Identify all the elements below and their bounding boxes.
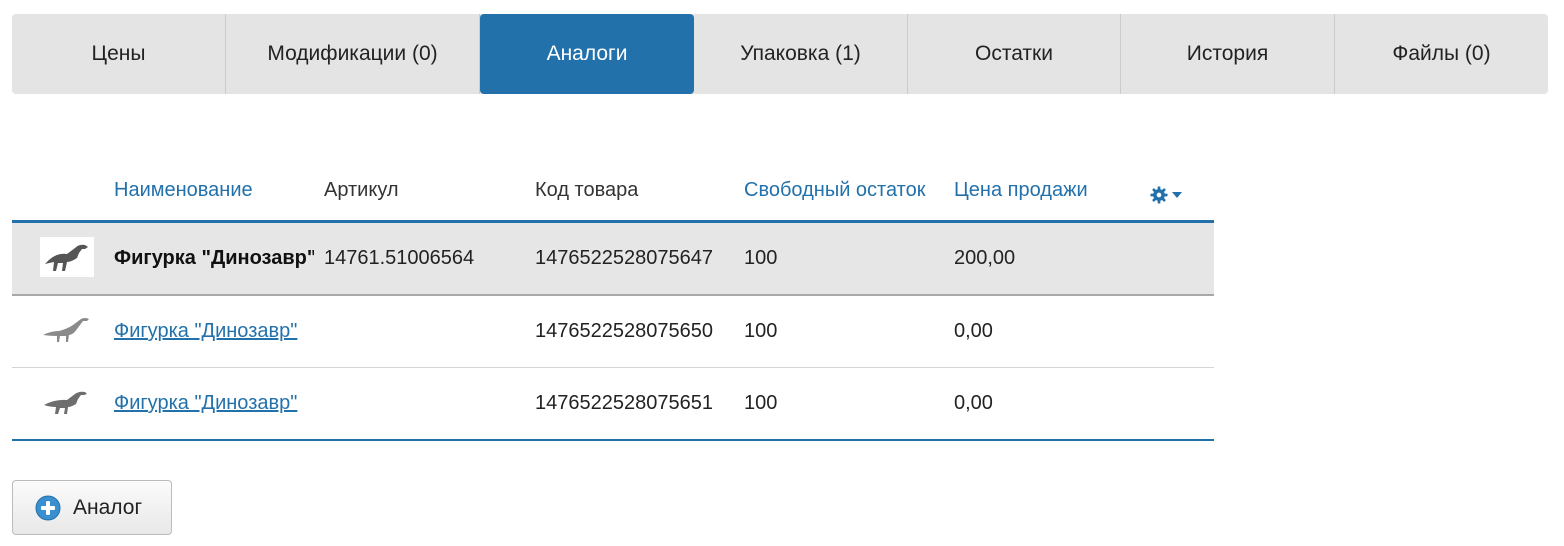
tab-prices[interactable]: Цены [12,14,226,94]
product-thumbnail [40,382,94,422]
column-header-free-stock[interactable]: Свободный остаток [744,160,949,220]
add-analog-button[interactable]: Аналог [12,480,172,535]
tab-label: Аналоги [546,42,628,65]
product-thumbnail [40,237,94,277]
product-code: 1476522528075647 [535,247,713,269]
analogs-table: Наименование Артикул Код товара Свободны… [12,160,1214,441]
product-free-stock: 100 [744,247,778,269]
product-sale-price: 200,00 [954,247,1016,269]
column-header-article: Артикул [324,178,399,201]
table-row[interactable]: Фигурка "Динозавр" 14761.51006564 147652… [12,223,1214,296]
product-article [324,296,524,367]
product-article [324,368,524,439]
table-row[interactable]: Фигурка "Динозавр" 1476522528075651 100 … [12,368,1214,441]
tab-label: История [1186,42,1269,65]
dinosaur-icon [45,244,88,271]
product-sale-price: 0,00 [954,320,993,342]
product-name-link[interactable]: Фигурка "Динозавр" [114,296,314,367]
product-free-stock: 100 [744,392,778,414]
column-header-code: Код товара [535,178,639,201]
table-header: Наименование Артикул Код товара Свободны… [12,160,1214,223]
tab-history[interactable]: История [1121,14,1335,94]
tab-label: Файлы (0) [1392,42,1491,65]
gear-icon [1150,186,1168,204]
tab-bar: Цены Модификации (0) Аналоги Упаковка (1… [12,14,1548,94]
tab-stock[interactable]: Остатки [908,14,1121,94]
tab-label: Модификации (0) [267,42,438,65]
tab-label: Цены [91,42,146,65]
tab-packaging[interactable]: Упаковка (1) [694,14,908,94]
product-name: Фигурка "Динозавр" [114,247,314,269]
add-analog-label: Аналог [73,495,143,519]
column-settings-button[interactable] [1150,184,1186,206]
tab-files[interactable]: Файлы (0) [1335,14,1548,94]
dinosaur-icon [43,318,89,342]
product-code: 1476522528075651 [535,392,713,414]
column-header-name[interactable]: Наименование [114,160,314,220]
tab-label: Упаковка (1) [740,42,861,65]
product-thumbnail [40,310,94,350]
tab-label: Остатки [975,42,1053,65]
product-free-stock: 100 [744,320,778,342]
product-code: 1476522528075650 [535,320,713,342]
product-sale-price: 0,00 [954,392,993,414]
table-row[interactable]: Фигурка "Динозавр" 1476522528075650 100 … [12,296,1214,368]
column-header-sale-price[interactable]: Цена продажи [954,160,1134,220]
dinosaur-icon [44,391,87,414]
product-name-link[interactable]: Фигурка "Динозавр" [114,368,314,439]
product-article: 14761.51006564 [324,247,475,269]
tab-modifications[interactable]: Модификации (0) [226,14,480,94]
caret-down-icon [1172,192,1182,198]
tab-analogs[interactable]: Аналоги [480,14,694,94]
plus-circle-icon [35,495,61,520]
